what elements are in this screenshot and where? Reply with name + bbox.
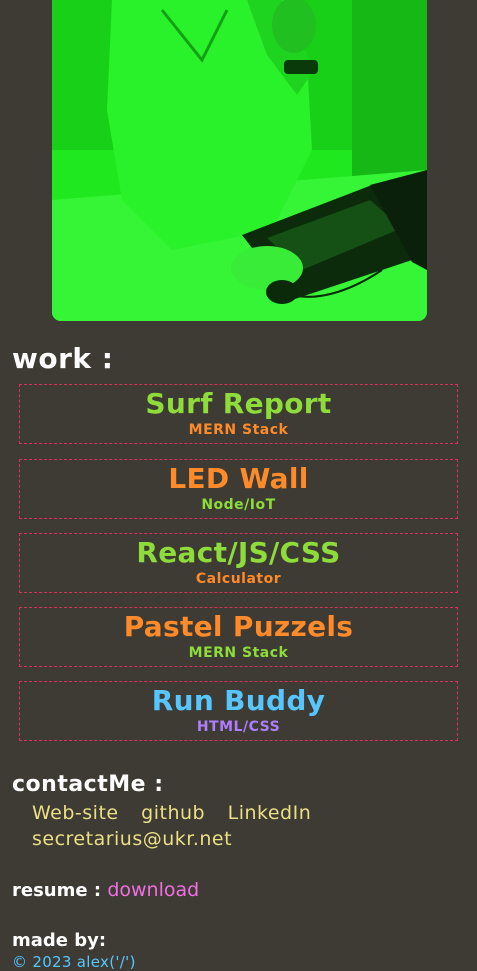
contact-links: Web-site github LinkedIn [32,802,327,824]
project-subtitle: MERN Stack [188,422,289,438]
copyright-text: © 2023 alex('/') [12,953,136,971]
project-title[interactable]: React/JS/CSS [20,536,457,570]
github-link[interactable]: github [141,802,205,824]
resume-row: resume : download [12,879,199,901]
project-card-led-wall[interactable]: LED Wall Node/IoT [19,459,458,519]
website-link[interactable]: Web-site [32,802,119,824]
resume-download-link[interactable]: download [107,879,199,901]
resume-label: resume : [12,880,102,901]
project-card-calculator[interactable]: React/JS/CSS Calculator [19,533,458,593]
project-title[interactable]: Surf Report [20,387,457,421]
project-subtitle: MERN Stack [188,645,289,661]
project-subtitle: Node/IoT [201,497,276,513]
made-by-label: made by: [12,930,107,951]
project-card-surf-report[interactable]: Surf Report MERN Stack [19,384,458,444]
work-heading: work : [12,342,114,375]
project-title[interactable]: LED Wall [20,462,457,496]
linkedin-link[interactable]: LinkedIn [228,802,312,824]
project-subtitle: HTML/CSS [196,719,281,735]
project-subtitle: Calculator [195,571,282,587]
project-card-run-buddy[interactable]: Run Buddy HTML/CSS [19,681,458,741]
project-card-pastel-puzzels[interactable]: Pastel Puzzels MERN Stack [19,607,458,667]
profile-photo [52,0,427,321]
project-title[interactable]: Run Buddy [20,684,457,718]
contact-heading: contactMe : [12,772,164,797]
contact-email-link[interactable]: secretarius@ukr.net [32,828,232,850]
project-title[interactable]: Pastel Puzzels [20,610,457,644]
profile-photo-illustration [52,0,427,321]
